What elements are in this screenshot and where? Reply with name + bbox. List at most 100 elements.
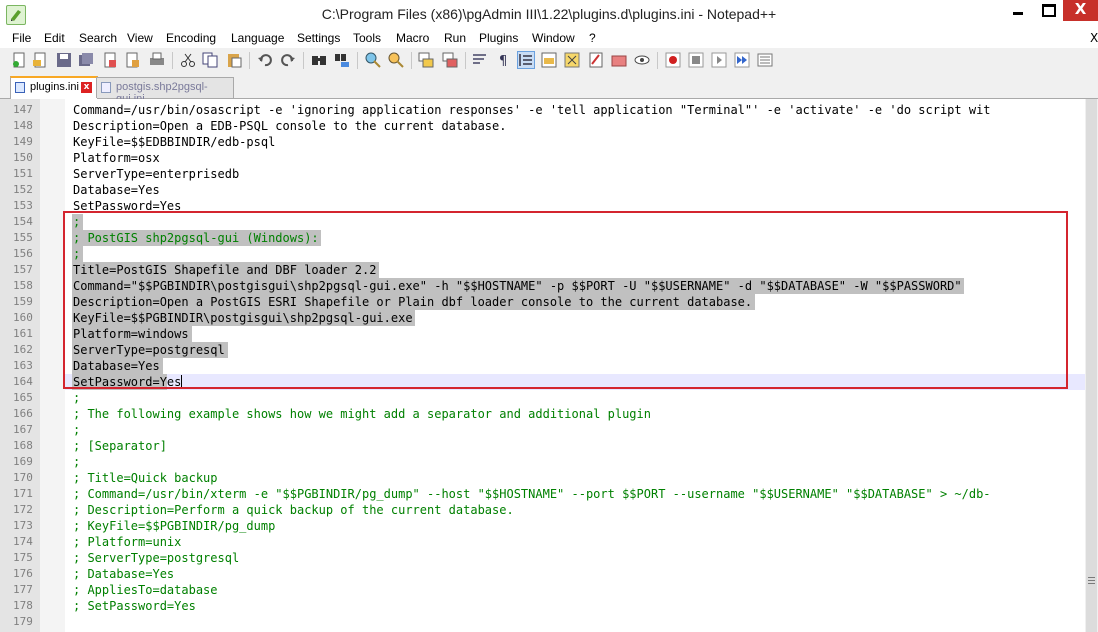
code-line[interactable]: 171 ; Command=/usr/bin/xterm -e "$$PGBIND… bbox=[0, 486, 1098, 502]
code-line[interactable]: 165; bbox=[0, 390, 1098, 406]
code-line[interactable]: 147 Command=/usr/bin/osascript -e 'ignori… bbox=[0, 102, 1098, 118]
run-macro-multiple-icon[interactable] bbox=[734, 52, 750, 68]
line-number: 154 bbox=[13, 215, 33, 228]
vertical-scrollbar[interactable] bbox=[1085, 99, 1098, 632]
menu-file[interactable]: File bbox=[12, 31, 31, 45]
code-text: KeyFile=$$EDBBINDIR/edb-psql bbox=[73, 135, 276, 149]
editor[interactable]: 147 Command=/usr/bin/osascript -e 'ignori… bbox=[0, 99, 1098, 632]
close-window-button[interactable]: X bbox=[1063, 0, 1098, 21]
menu-run[interactable]: Run bbox=[444, 31, 466, 45]
code-text: Platform=osx bbox=[73, 151, 160, 165]
code-text: ; KeyFile=$$PGBINDIR/pg_dump bbox=[73, 519, 276, 533]
line-number: 161 bbox=[13, 327, 33, 340]
menu-help[interactable]: ? bbox=[589, 31, 596, 45]
line-number: 179 bbox=[13, 615, 33, 628]
sync-horizontal-icon[interactable] bbox=[442, 52, 458, 68]
save-icon[interactable] bbox=[56, 52, 72, 68]
line-number: 172 bbox=[13, 503, 33, 516]
code-text: ; AppliesTo=database bbox=[73, 583, 218, 597]
code-line[interactable]: 173 ; KeyFile=$$PGBINDIR/pg_dump bbox=[0, 518, 1098, 534]
code-line[interactable]: 169; bbox=[0, 454, 1098, 470]
code-line[interactable]: 178 ; SetPassword=Yes bbox=[0, 598, 1098, 614]
code-text: ; [Separator] bbox=[73, 439, 167, 453]
code-line[interactable]: 168 ; [Separator] bbox=[0, 438, 1098, 454]
menu-macro[interactable]: Macro bbox=[396, 31, 429, 45]
menu-settings[interactable]: Settings bbox=[297, 31, 340, 45]
tab-postgis-shp2pgsql-gui-ini[interactable]: postgis.shp2pgsql-gui.ini bbox=[96, 77, 234, 105]
word-wrap-icon[interactable] bbox=[472, 52, 488, 68]
tab-bar: plugins.ini x postgis.shp2pgsql-gui.ini bbox=[0, 74, 1098, 105]
undo-icon[interactable] bbox=[257, 52, 273, 68]
code-line[interactable]: 148 Description=Open a EDB-PSQL console t… bbox=[0, 118, 1098, 134]
find-icon[interactable] bbox=[311, 52, 327, 68]
tab-plugins-ini[interactable]: plugins.ini x bbox=[10, 76, 98, 99]
menu-bar: File Edit Search View Encoding Language … bbox=[0, 29, 1098, 48]
minimize-icon bbox=[1013, 12, 1023, 15]
monitoring-icon[interactable] bbox=[634, 52, 650, 68]
close-document-button[interactable]: X bbox=[1090, 31, 1098, 45]
menu-plugins[interactable]: Plugins bbox=[479, 31, 518, 45]
play-macro-icon[interactable] bbox=[711, 52, 727, 68]
line-number: 165 bbox=[13, 391, 33, 404]
svg-text:¶: ¶ bbox=[499, 54, 507, 68]
code-line[interactable]: 152 Database=Yes bbox=[0, 182, 1098, 198]
replace-icon[interactable] bbox=[334, 52, 350, 68]
tab-close-icon[interactable]: x bbox=[81, 82, 92, 93]
maximize-button[interactable] bbox=[1034, 0, 1062, 21]
doc-map-icon[interactable] bbox=[564, 52, 580, 68]
menu-window[interactable]: Window bbox=[532, 31, 575, 45]
redo-icon[interactable] bbox=[280, 52, 296, 68]
stop-macro-icon[interactable] bbox=[688, 52, 704, 68]
cut-icon[interactable] bbox=[180, 52, 196, 68]
code-line[interactable]: 167; bbox=[0, 422, 1098, 438]
file-icon bbox=[15, 82, 25, 93]
menu-language[interactable]: Language bbox=[231, 31, 284, 45]
close-icon[interactable] bbox=[102, 52, 118, 68]
toolbar-separator bbox=[303, 52, 304, 69]
menu-search[interactable]: Search bbox=[79, 31, 117, 45]
indent-guide-icon[interactable] bbox=[517, 51, 535, 69]
open-file-icon[interactable] bbox=[32, 52, 48, 68]
menu-encoding[interactable]: Encoding bbox=[166, 31, 216, 45]
save-all-icon[interactable] bbox=[78, 52, 94, 68]
toolbar: ¶ bbox=[0, 48, 1098, 74]
code-text: ServerType=enterprisedb bbox=[73, 167, 240, 181]
menu-view[interactable]: View bbox=[127, 31, 153, 45]
print-icon[interactable] bbox=[149, 52, 165, 68]
zoom-out-icon[interactable] bbox=[388, 52, 404, 68]
line-number: 176 bbox=[13, 567, 33, 580]
line-number: 158 bbox=[13, 279, 33, 292]
sync-vertical-icon[interactable] bbox=[418, 52, 434, 68]
menu-edit[interactable]: Edit bbox=[44, 31, 65, 45]
code-line[interactable]: 151 ServerType=enterprisedb bbox=[0, 166, 1098, 182]
function-list-icon[interactable] bbox=[588, 52, 604, 68]
menu-tools[interactable]: Tools bbox=[353, 31, 381, 45]
record-macro-icon[interactable] bbox=[665, 52, 681, 68]
code-line[interactable]: 149 KeyFile=$$EDBBINDIR/edb-psql bbox=[0, 134, 1098, 150]
save-macro-icon[interactable] bbox=[757, 52, 773, 68]
show-all-chars-icon[interactable]: ¶ bbox=[495, 52, 511, 68]
code-line[interactable]: 170 ; Title=Quick backup bbox=[0, 470, 1098, 486]
scrollbar-thumb[interactable] bbox=[1086, 99, 1097, 632]
user-language-icon[interactable] bbox=[541, 52, 557, 68]
code-line[interactable]: 177 ; AppliesTo=database bbox=[0, 582, 1098, 598]
code-line[interactable]: 166 ; The following example shows how we … bbox=[0, 406, 1098, 422]
code-line[interactable]: 172 ; Description=Perform a quick backup … bbox=[0, 502, 1098, 518]
folder-workspace-icon[interactable] bbox=[611, 52, 627, 68]
close-all-icon[interactable] bbox=[125, 52, 141, 68]
copy-icon[interactable] bbox=[202, 52, 218, 68]
scrollbar-grip bbox=[1088, 580, 1095, 581]
code-line[interactable]: 175 ; ServerType=postgresql bbox=[0, 550, 1098, 566]
code-line[interactable]: 176 ; Database=Yes bbox=[0, 566, 1098, 582]
code-line[interactable]: 150 Platform=osx bbox=[0, 150, 1098, 166]
toolbar-separator bbox=[357, 52, 358, 69]
code-line[interactable]: 174 ; Platform=unix bbox=[0, 534, 1098, 550]
close-icon: X bbox=[1074, 0, 1087, 18]
paste-icon[interactable] bbox=[226, 52, 242, 68]
zoom-in-icon[interactable] bbox=[365, 52, 381, 68]
minimize-button[interactable] bbox=[1004, 0, 1032, 21]
title-bar: C:\Program Files (x86)\pgAdmin III\1.22\… bbox=[0, 0, 1098, 29]
code-text: Command=/usr/bin/osascript -e 'ignoring … bbox=[73, 103, 991, 117]
new-file-icon[interactable] bbox=[11, 52, 27, 68]
code-line[interactable]: 179 bbox=[0, 614, 1098, 630]
